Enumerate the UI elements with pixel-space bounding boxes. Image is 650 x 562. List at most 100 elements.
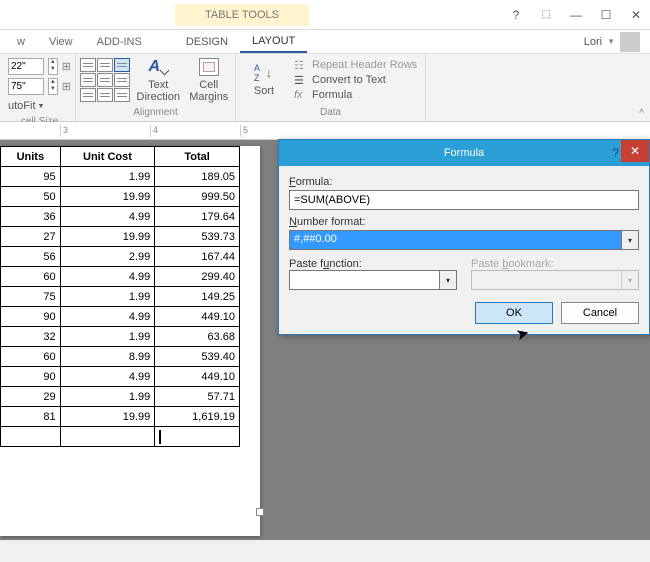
- table-cell[interactable]: 60: [1, 347, 61, 367]
- table-cell[interactable]: 32: [1, 327, 61, 347]
- help-icon[interactable]: [502, 5, 530, 25]
- table-cell[interactable]: 27: [1, 227, 61, 247]
- table-header[interactable]: Unit Cost: [60, 147, 155, 167]
- cell-margins-button[interactable]: Cell Margins: [187, 56, 232, 104]
- table-cell[interactable]: 449.10: [155, 307, 240, 327]
- distribute-cols-icon[interactable]: ⊞: [62, 80, 71, 93]
- col-width-input[interactable]: [8, 78, 44, 95]
- close-icon[interactable]: [622, 5, 650, 25]
- row-height-input[interactable]: [8, 58, 44, 75]
- table-row[interactable]: 751.99149.25: [1, 287, 240, 307]
- table-cell[interactable]: 36: [1, 207, 61, 227]
- formula-icon: fx: [294, 89, 308, 101]
- dialog-title-bar[interactable]: Formula ? ✕: [279, 140, 649, 166]
- table-cell[interactable]: 90: [1, 367, 61, 387]
- chevron-down-icon[interactable]: ▾: [621, 231, 638, 249]
- table-cell[interactable]: 167.44: [155, 247, 240, 267]
- table-cell[interactable]: 1.99: [60, 387, 155, 407]
- tab-addins[interactable]: ADD-INS: [85, 32, 154, 52]
- dialog-close-button[interactable]: ✕: [621, 140, 649, 162]
- table-cell[interactable]: 449.10: [155, 367, 240, 387]
- table-cell[interactable]: 4.99: [60, 367, 155, 387]
- table-row[interactable]: 321.9963.68: [1, 327, 240, 347]
- table-row[interactable]: 291.9957.71: [1, 387, 240, 407]
- tab-review[interactable]: w: [5, 32, 37, 52]
- table-cell[interactable]: 2.99: [60, 247, 155, 267]
- table-cell[interactable]: 1.99: [60, 287, 155, 307]
- ruler[interactable]: 3 4 5: [0, 122, 650, 140]
- ribbon-display-icon[interactable]: [532, 5, 560, 25]
- repeat-header-icon: ☷: [294, 59, 308, 71]
- alignment-grid[interactable]: [80, 58, 130, 102]
- table-cell[interactable]: 63.68: [155, 327, 240, 347]
- table-cell[interactable]: 29: [1, 387, 61, 407]
- table-cell[interactable]: 1.99: [60, 327, 155, 347]
- table-cell[interactable]: 299.40: [155, 267, 240, 287]
- formula-button[interactable]: fx Formula: [294, 88, 417, 103]
- group-label: Data: [240, 107, 421, 119]
- table-cell[interactable]: 60: [1, 267, 61, 287]
- data-table[interactable]: UnitsUnit CostTotal 951.99189.055019.999…: [0, 146, 240, 447]
- user-indicator[interactable]: Lori ▼: [584, 32, 640, 52]
- text-direction-button[interactable]: A Text Direction: [136, 56, 181, 104]
- table-cell[interactable]: 4.99: [60, 267, 155, 287]
- table-cell[interactable]: 149.25: [155, 287, 240, 307]
- table-header[interactable]: Units: [1, 147, 61, 167]
- table-cell[interactable]: 1.99: [60, 167, 155, 187]
- table-cell[interactable]: 95: [1, 167, 61, 187]
- table-cell[interactable]: 81: [1, 407, 61, 427]
- table-row[interactable]: 562.99167.44: [1, 247, 240, 267]
- table-cell[interactable]: 4.99: [60, 307, 155, 327]
- table-row[interactable]: 5019.99999.50: [1, 187, 240, 207]
- cell-margins-icon: [199, 58, 219, 76]
- table-cell[interactable]: 90: [1, 307, 61, 327]
- formula-input[interactable]: [289, 190, 639, 210]
- ok-button[interactable]: OK: [475, 302, 553, 324]
- distribute-rows-icon[interactable]: ⊞: [62, 60, 71, 73]
- convert-text-button[interactable]: ☰ Convert to Text: [294, 73, 417, 88]
- table-cell[interactable]: 19.99: [60, 407, 155, 427]
- width-spinner[interactable]: ▲▼: [48, 78, 58, 95]
- table-row[interactable]: 951.99189.05: [1, 167, 240, 187]
- tab-layout[interactable]: LAYOUT: [240, 31, 307, 53]
- convert-text-icon: ☰: [294, 74, 308, 86]
- table-header[interactable]: Total: [155, 147, 240, 167]
- table-row[interactable]: 604.99299.40: [1, 267, 240, 287]
- table-cell[interactable]: 4.99: [60, 207, 155, 227]
- table-cell[interactable]: 8.99: [60, 347, 155, 367]
- maximize-icon[interactable]: [592, 5, 620, 25]
- table-cell[interactable]: 539.73: [155, 227, 240, 247]
- table-row[interactable]: 904.99449.10: [1, 367, 240, 387]
- table-cell[interactable]: 1,619.19: [155, 407, 240, 427]
- table-cell[interactable]: 56: [1, 247, 61, 267]
- number-format-combo[interactable]: #,##0.00 ▾: [289, 230, 639, 250]
- table-cell[interactable]: 189.05: [155, 167, 240, 187]
- collapse-ribbon-icon[interactable]: ^: [639, 108, 644, 119]
- autofit-button[interactable]: utoFit▼: [8, 96, 71, 116]
- tab-strip: w View ADD-INS DESIGN LAYOUT Lori ▼: [0, 30, 650, 54]
- table-row[interactable]: 2719.99539.73: [1, 227, 240, 247]
- table-cell[interactable]: 75: [1, 287, 61, 307]
- table-row[interactable]: 364.99179.64: [1, 207, 240, 227]
- cancel-button[interactable]: Cancel: [561, 302, 639, 324]
- table-cell[interactable]: 19.99: [60, 227, 155, 247]
- tab-design[interactable]: DESIGN: [174, 32, 240, 52]
- table-cell[interactable]: 19.99: [60, 187, 155, 207]
- contextual-tools-label: TABLE TOOLS: [175, 4, 309, 26]
- paste-function-combo[interactable]: ▾: [289, 270, 457, 290]
- table-cell[interactable]: 539.40: [155, 347, 240, 367]
- table-cell[interactable]: 179.64: [155, 207, 240, 227]
- minimize-icon[interactable]: [562, 5, 590, 25]
- sort-button[interactable]: Z Sort: [240, 56, 288, 104]
- table-cell[interactable]: 57.71: [155, 387, 240, 407]
- table-row[interactable]: 8119.991,619.19: [1, 407, 240, 427]
- table-cell[interactable]: 50: [1, 187, 61, 207]
- height-spinner[interactable]: ▲▼: [48, 58, 58, 75]
- table-row[interactable]: 904.99449.10: [1, 307, 240, 327]
- table-resize-handle[interactable]: [256, 508, 264, 516]
- table-row[interactable]: 608.99539.40: [1, 347, 240, 367]
- dialog-help-icon[interactable]: ?: [612, 146, 619, 160]
- table-cell[interactable]: 999.50: [155, 187, 240, 207]
- chevron-down-icon[interactable]: ▾: [439, 271, 456, 289]
- tab-view[interactable]: View: [37, 32, 85, 52]
